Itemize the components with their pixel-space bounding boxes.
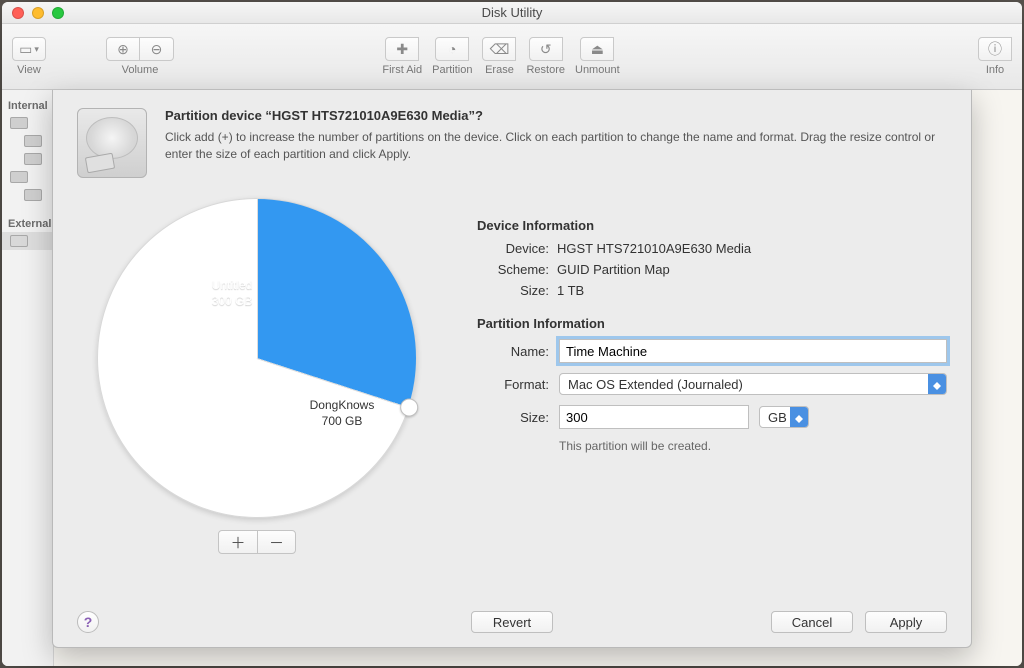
pie-chart-icon: [97, 198, 417, 518]
toolbar-group-erase: ⌫ Erase: [482, 37, 516, 76]
partition-sheet: Partition device “HGST HTS721010A9E630 M…: [52, 90, 972, 648]
updown-caret-icon: [790, 407, 808, 427]
partition-pie[interactable]: Untitled 300 GB DongKnows 700 GB: [97, 198, 417, 518]
size-unit-select[interactable]: GB: [759, 406, 809, 428]
partition-size-input[interactable]: [559, 405, 749, 429]
slice-size: 300 GB: [172, 294, 292, 310]
content-area: Internal External Partition device “HGST…: [2, 90, 1022, 666]
toolbar-label-firstaid: First Aid: [382, 64, 422, 76]
remove-partition-button[interactable]: －: [257, 531, 295, 553]
volume-remove-icon: ⊖: [151, 41, 163, 58]
format-value: Mac OS Extended (Journaled): [568, 377, 743, 392]
partition-pie-column: Untitled 300 GB DongKnows 700 GB ＋ －: [77, 198, 437, 601]
toolbar-group-unmount: ⏏ Unmount: [575, 37, 620, 76]
partition-hint: This partition will be created.: [559, 439, 947, 453]
toolbar: ▭ ▾ View ⊕ ⊖ Volume ✚ First Aid ◔ Partit…: [2, 24, 1022, 90]
hard-drive-icon: [77, 108, 147, 178]
scheme-label: Scheme:: [477, 262, 549, 277]
partition-info-heading: Partition Information: [477, 316, 947, 331]
view-button[interactable]: ▭ ▾: [12, 37, 46, 61]
format-select[interactable]: Mac OS Extended (Journaled): [559, 373, 947, 395]
toolbar-group-info: ⓘ Info: [978, 37, 1012, 76]
disk-utility-window: Disk Utility ▭ ▾ View ⊕ ⊖ Volume ✚ First…: [2, 2, 1022, 666]
device-info-heading: Device Information: [477, 218, 947, 233]
volume-add-button[interactable]: ⊕: [106, 37, 140, 61]
slice-label-small: Untitled 300 GB: [172, 278, 292, 309]
partition-button[interactable]: ◔: [435, 37, 469, 61]
info-column: Device Information Device: HGST HTS721010…: [477, 198, 947, 601]
toolbar-group-volume: ⊕ ⊖ Volume: [106, 37, 174, 76]
sidebar-icon: ▭: [19, 41, 32, 58]
scheme-value: GUID Partition Map: [557, 262, 670, 277]
toolbar-label-info: Info: [986, 64, 1004, 76]
updown-caret-icon: [928, 374, 946, 394]
add-remove-segment: ＋ －: [218, 530, 296, 554]
toolbar-group-partition: ◔ Partition: [432, 37, 472, 76]
toolbar-label-restore: Restore: [526, 64, 565, 76]
psize-label: Size:: [477, 410, 549, 425]
toolbar-group-firstaid: ✚ First Aid: [382, 37, 422, 76]
first-aid-button[interactable]: ✚: [385, 37, 419, 61]
revert-button[interactable]: Revert: [471, 611, 553, 633]
erase-button[interactable]: ⌫: [482, 37, 516, 61]
sheet-body: Untitled 300 GB DongKnows 700 GB ＋ －: [77, 198, 947, 601]
name-label: Name:: [477, 344, 549, 359]
toolbar-group-view: ▭ ▾ View: [12, 37, 46, 76]
unmount-button[interactable]: ⏏: [580, 37, 614, 61]
toolbar-label-unmount: Unmount: [575, 64, 620, 76]
slice-size: 700 GB: [282, 414, 402, 430]
erase-icon: ⌫: [490, 41, 510, 58]
sheet-title: Partition device “HGST HTS721010A9E630 M…: [165, 108, 947, 123]
volume-add-icon: ⊕: [117, 41, 129, 58]
slice-label-large: DongKnows 700 GB: [282, 398, 402, 429]
add-partition-button[interactable]: ＋: [219, 531, 257, 553]
info-button[interactable]: ⓘ: [978, 37, 1012, 61]
slice-name: Untitled: [172, 278, 292, 294]
eject-icon: ⏏: [591, 41, 604, 58]
restore-button[interactable]: ↺: [529, 37, 563, 61]
toolbar-label-partition: Partition: [432, 64, 472, 76]
size-value: 1 TB: [557, 283, 584, 298]
resize-handle[interactable]: [400, 398, 418, 416]
window-title: Disk Utility: [2, 5, 1022, 20]
toolbar-label-erase: Erase: [485, 64, 514, 76]
sheet-footer: ? Revert Cancel Apply: [77, 601, 947, 633]
device-value: HGST HTS721010A9E630 Media: [557, 241, 751, 256]
sheet-header: Partition device “HGST HTS721010A9E630 M…: [77, 108, 947, 178]
size-label: Size:: [477, 283, 549, 298]
format-label: Format:: [477, 377, 549, 392]
toolbar-label-volume: Volume: [122, 64, 159, 76]
size-unit-value: GB: [768, 410, 787, 425]
titlebar: Disk Utility: [2, 2, 1022, 24]
chevron-down-icon: ▾: [34, 44, 39, 55]
slice-name: DongKnows: [282, 398, 402, 414]
info-icon: ⓘ: [988, 39, 1002, 59]
toolbar-label-view: View: [17, 64, 41, 76]
volume-remove-button[interactable]: ⊖: [140, 37, 174, 61]
pie-chart-icon: ◔: [448, 41, 456, 57]
restore-icon: ↺: [540, 41, 552, 58]
stethoscope-icon: ✚: [396, 41, 408, 58]
partition-name-input[interactable]: [559, 339, 947, 363]
device-label: Device:: [477, 241, 549, 256]
sheet-backdrop: Partition device “HGST HTS721010A9E630 M…: [2, 90, 1022, 666]
sheet-description: Click add (+) to increase the number of …: [165, 129, 947, 163]
toolbar-group-restore: ↺ Restore: [526, 37, 565, 76]
